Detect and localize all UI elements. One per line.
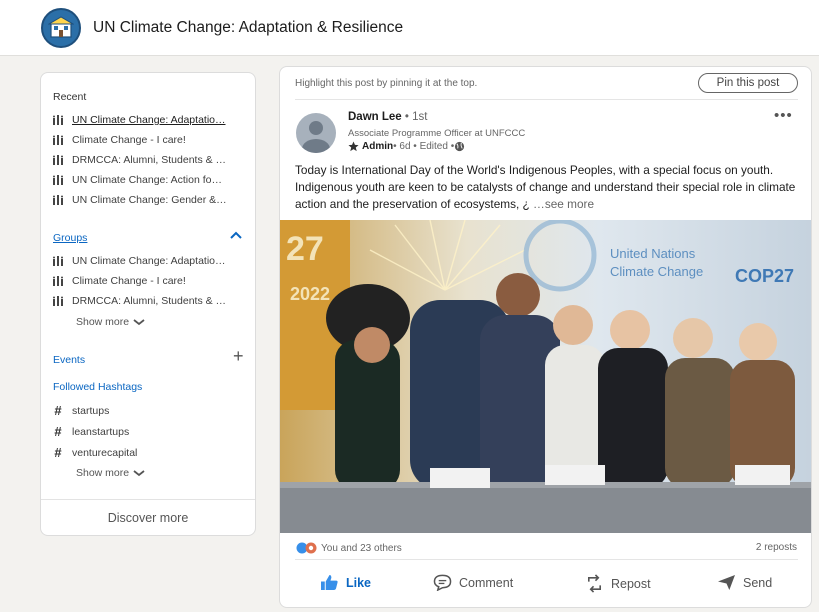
post-card: Highlight this post by pinning it at the… bbox=[279, 66, 812, 608]
groups-icon bbox=[53, 155, 63, 165]
reposts-count[interactable]: 2 reposts bbox=[756, 542, 797, 553]
chevron-down-icon bbox=[133, 318, 145, 325]
post-body: Today is International Day of the World'… bbox=[295, 162, 800, 213]
author-title: Associate Programme Officer at UNFCCC bbox=[348, 128, 526, 139]
send-icon bbox=[718, 574, 735, 591]
recent-item-label: DRMCCA: Alumni, Students & … bbox=[72, 154, 227, 166]
hashtag-label: startups bbox=[72, 405, 110, 417]
groups-icon bbox=[53, 296, 63, 306]
post-time: • 6d • Edited • bbox=[393, 141, 455, 152]
groups-icon bbox=[53, 256, 63, 266]
group-header: UN Climate Change: Adaptation & Resilien… bbox=[0, 0, 819, 56]
photo-name-card bbox=[545, 465, 605, 485]
groups-icon bbox=[53, 276, 63, 286]
photo-cop-label: COP27 bbox=[735, 266, 794, 286]
photo-left-number: 27 bbox=[286, 230, 324, 268]
globe-icon bbox=[455, 141, 465, 152]
hashtag-item[interactable]: # leanstartups bbox=[53, 425, 249, 439]
repost-label: Repost bbox=[611, 576, 651, 591]
post-meta: Admin • 6d • Edited • bbox=[348, 141, 465, 152]
see-more-link[interactable]: …see more bbox=[530, 197, 594, 211]
photo-table-front bbox=[280, 488, 811, 533]
repost-button[interactable]: Repost bbox=[585, 574, 651, 593]
left-sidebar: Recent UN Climate Change: Adaptatio… Cli… bbox=[40, 72, 256, 536]
post-photo[interactable]: 27 United Nations Climate Change COP27 2… bbox=[280, 220, 812, 533]
hashtag-label: venturecapital bbox=[72, 447, 138, 459]
reactions-count: You and 23 others bbox=[321, 542, 402, 554]
groups-icon bbox=[53, 135, 63, 145]
groups-icon bbox=[53, 115, 63, 125]
recent-item-label: UN Climate Change: Action fo… bbox=[72, 174, 222, 186]
photo-banner-text: United Nations bbox=[610, 246, 696, 261]
show-more-label: Show more bbox=[76, 316, 130, 328]
chevron-down-icon bbox=[133, 469, 145, 476]
hashtag-item[interactable]: # startups bbox=[53, 404, 249, 418]
recent-item[interactable]: DRMCCA: Alumni, Students & … bbox=[53, 153, 249, 167]
pin-post-button[interactable]: Pin this post bbox=[698, 73, 798, 93]
group-item-label: UN Climate Change: Adaptatio… bbox=[72, 255, 226, 267]
connection-degree: • 1st bbox=[401, 111, 428, 123]
star-icon bbox=[348, 141, 359, 152]
author-line[interactable]: Dawn Lee • 1st bbox=[348, 111, 427, 123]
reaction-icon bbox=[296, 542, 317, 554]
comment-icon bbox=[433, 574, 452, 591]
group-title[interactable]: UN Climate Change: Adaptation & Resilien… bbox=[93, 19, 403, 37]
like-button[interactable]: Like bbox=[320, 574, 371, 591]
sidebar-divider bbox=[41, 499, 255, 500]
group-logo-icon[interactable] bbox=[41, 8, 81, 48]
groups-link[interactable]: Groups bbox=[53, 232, 87, 244]
repost-icon bbox=[587, 574, 602, 593]
like-label: Like bbox=[346, 575, 372, 590]
recent-label: Recent bbox=[53, 91, 87, 103]
admin-badge: Admin bbox=[362, 141, 394, 152]
pin-hint: Highlight this post by pinning it at the… bbox=[295, 78, 478, 89]
groups-icon bbox=[53, 175, 63, 185]
show-more-label: Show more bbox=[76, 467, 130, 479]
group-item[interactable]: DRMCCA: Alumni, Students & … bbox=[53, 294, 249, 308]
group-item-label: DRMCCA: Alumni, Students & … bbox=[72, 295, 227, 307]
comment-button[interactable]: Comment bbox=[433, 574, 513, 591]
recent-item-label: UN Climate Change: Adaptatio… bbox=[72, 114, 226, 126]
group-item-label: Climate Change - I care! bbox=[72, 275, 186, 287]
photo-banner-text2: Climate Change bbox=[610, 264, 703, 279]
recent-item[interactable]: UN Climate Change: Gender &… bbox=[53, 193, 249, 207]
recent-item-label: Climate Change - I care! bbox=[72, 134, 186, 146]
hashtag-icon: # bbox=[54, 445, 62, 460]
hashtag-label: leanstartups bbox=[72, 426, 130, 438]
avatar[interactable] bbox=[296, 113, 336, 153]
group-item[interactable]: Climate Change - I care! bbox=[53, 274, 249, 288]
more-icon[interactable]: ••• bbox=[774, 107, 793, 124]
comment-label: Comment bbox=[459, 575, 514, 590]
author-name[interactable]: Dawn Lee bbox=[348, 111, 402, 123]
recent-item-label: UN Climate Change: Gender &… bbox=[72, 194, 227, 206]
like-icon bbox=[321, 574, 338, 591]
groups-show-more-button[interactable]: Show more bbox=[76, 316, 145, 328]
photo-name-card bbox=[735, 465, 790, 485]
divider bbox=[295, 559, 798, 560]
chevron-up-icon[interactable] bbox=[229, 231, 243, 240]
recent-item[interactable]: Climate Change - I care! bbox=[53, 133, 249, 147]
reactions-summary[interactable]: You and 23 others bbox=[296, 542, 402, 554]
photo-year: 2022 bbox=[290, 284, 330, 304]
discover-more-button[interactable]: Discover more bbox=[41, 511, 255, 525]
divider bbox=[295, 99, 798, 100]
send-button[interactable]: Send bbox=[717, 574, 772, 591]
events-link[interactable]: Events bbox=[53, 354, 85, 366]
hashtag-icon: # bbox=[54, 403, 62, 418]
group-item[interactable]: UN Climate Change: Adaptatio… bbox=[53, 254, 249, 268]
plus-icon[interactable]: + bbox=[233, 347, 244, 365]
hashtags-show-more-button[interactable]: Show more bbox=[76, 467, 145, 479]
photo-name-card bbox=[430, 468, 490, 488]
followed-hashtags-link[interactable]: Followed Hashtags bbox=[53, 381, 142, 393]
hashtag-icon: # bbox=[54, 424, 62, 439]
recent-item[interactable]: UN Climate Change: Adaptatio… bbox=[53, 113, 249, 127]
groups-icon bbox=[53, 195, 63, 205]
hashtag-item[interactable]: # venturecapital bbox=[53, 446, 249, 460]
recent-item[interactable]: UN Climate Change: Action fo… bbox=[53, 173, 249, 187]
send-label: Send bbox=[743, 575, 773, 590]
